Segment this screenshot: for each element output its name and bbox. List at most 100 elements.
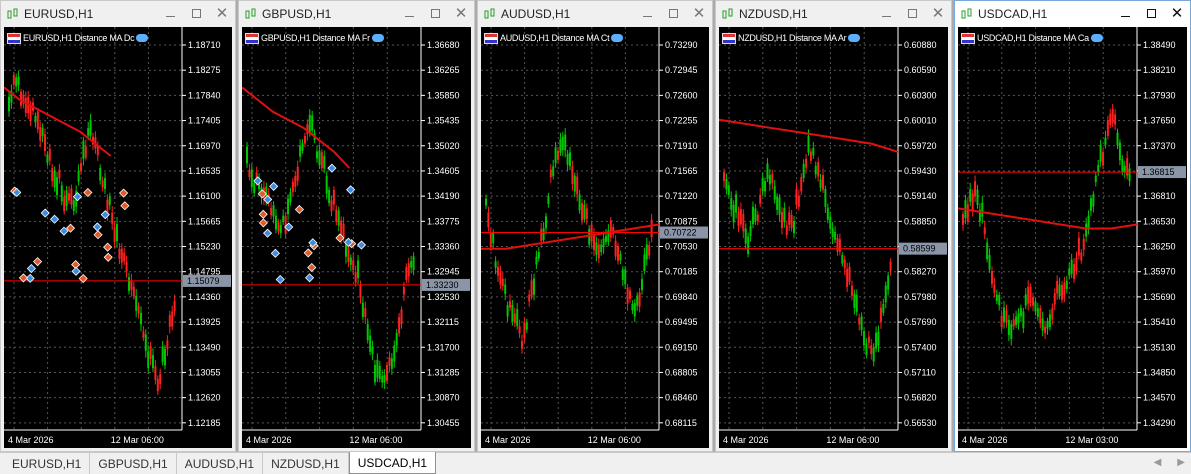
price-label: 1.35970: [1143, 267, 1176, 277]
candle-body: [410, 260, 413, 268]
candle-body: [1060, 285, 1063, 300]
candle-body: [1097, 165, 1100, 172]
candle-body: [609, 220, 612, 238]
maximize-icon[interactable]: [183, 1, 209, 26]
candle-body: [976, 189, 979, 205]
candle-body: [96, 146, 99, 156]
scroll-right-icon[interactable]: ▶: [1177, 457, 1185, 468]
maximize-icon[interactable]: [422, 1, 448, 26]
chart-canvas[interactable]: 1.384901.382101.379301.376501.373701.370…: [958, 27, 1187, 448]
candle-body: [84, 146, 87, 158]
candle-body: [1046, 320, 1049, 329]
minimize-icon[interactable]: [873, 1, 899, 26]
indicator-header[interactable]: AUDUSD,H1 Distance MA Ct: [484, 31, 624, 45]
indicator-label: NZDUSD,H1 Distance MA Ar: [738, 33, 847, 43]
price-label: 0.68460: [665, 393, 698, 403]
close-icon[interactable]: ✕: [448, 1, 474, 26]
flag-icon: [484, 32, 498, 44]
chart-canvas[interactable]: 0.60880 0.60590 0.60300 0.60010 0.59720 0.594…: [719, 27, 948, 448]
price-label: 0.59140: [904, 191, 937, 201]
window-titlebar[interactable]: AUDUSD,H1 ✕: [478, 1, 712, 26]
candle-body: [759, 194, 762, 204]
indicator-header[interactable]: NZDUSD,H1 Distance MA Ar: [722, 31, 861, 45]
chart-canvas[interactable]: 1.36680 1.36265 1.35850 1.35435 1.35020 1.346…: [242, 27, 471, 448]
chart-window-usdcad[interactable]: USDCAD,H1 ✕ 1.38490 1.38210 1.37930 1.37650 1.…: [954, 0, 1191, 452]
candle-body: [764, 180, 767, 192]
indicator-label: AUDUSD,H1 Distance MA Ct: [500, 33, 610, 43]
candle-body: [299, 145, 302, 157]
chart-window-audusd[interactable]: AUDUSD,H1 ✕ 0.73290 0.72945 0.72600 0.72255 0.…: [477, 0, 713, 452]
window-title: USDCAD,H1: [978, 6, 1048, 21]
close-icon[interactable]: ✕: [686, 1, 712, 26]
scroll-left-icon[interactable]: ◀: [1154, 457, 1162, 468]
tab-nzdusd[interactable]: NZDUSD,H1: [263, 453, 349, 474]
window-title: NZDUSD,H1: [739, 6, 808, 21]
window-titlebar[interactable]: NZDUSD,H1 ✕: [716, 1, 951, 26]
candle-body: [518, 326, 521, 334]
price-chart[interactable]: 1.384901.382101.379301.376501.373701.370…: [958, 27, 1187, 448]
tab-scroll-arrows[interactable]: ◀ ▶: [1154, 457, 1185, 468]
candle-body: [159, 374, 162, 385]
candle-body: [1044, 326, 1047, 334]
minimize-icon[interactable]: [157, 1, 183, 26]
close-icon[interactable]: ✕: [209, 1, 235, 26]
candle-body: [1104, 137, 1107, 145]
price-chart[interactable]: 0.73290 0.72945 0.72600 0.72255 0.71910 0.715…: [481, 27, 709, 448]
candle-body: [342, 223, 345, 238]
candle-body: [308, 114, 311, 133]
candle-body: [805, 158, 808, 168]
candle-body: [834, 231, 837, 240]
minimize-icon[interactable]: [396, 1, 422, 26]
candle-body: [802, 163, 805, 178]
chart-canvas[interactable]: 0.73290 0.72945 0.72600 0.72255 0.71910 0.715…: [481, 27, 709, 448]
price-label: 0.60880: [904, 40, 937, 50]
chart-canvas[interactable]: 1.18710 1.18275 1.17840 1.17405 1.16970 1.165…: [4, 27, 232, 448]
candle-body: [877, 332, 880, 346]
close-icon[interactable]: ✕: [1164, 1, 1190, 26]
signal-marker-icon: [356, 240, 367, 250]
price-chart[interactable]: 0.60880 0.60590 0.60300 0.60010 0.59720 0.594…: [719, 27, 948, 448]
candle-body: [1022, 311, 1025, 329]
tab-gbpusd[interactable]: GBPUSD,H1: [90, 453, 177, 474]
price-label: 1.17405: [188, 116, 221, 126]
chart-window-gbpusd[interactable]: GBPUSD,H1 ✕ 1.36680 1.36265 1.35850 1.35435 1.…: [238, 0, 475, 452]
tab-audusd[interactable]: AUDUSD,H1: [177, 453, 264, 474]
maximize-icon[interactable]: [899, 1, 925, 26]
window-titlebar[interactable]: GBPUSD,H1 ✕: [239, 1, 474, 26]
candle-body: [366, 324, 369, 341]
maximize-icon[interactable]: [1138, 1, 1164, 26]
candle-body: [812, 147, 815, 156]
candle-body: [1032, 297, 1035, 306]
minimize-icon[interactable]: [634, 1, 660, 26]
chart-window-eurusd[interactable]: EURUSD,H1 ✕ 1.18710 1.18275 1.17840 1.17405 1.…: [0, 0, 236, 452]
tab-usdcad[interactable]: USDCAD,H1: [348, 452, 437, 474]
indicator-header[interactable]: EURUSD,H1 Distance MA Dc: [7, 31, 149, 45]
window-titlebar[interactable]: USDCAD,H1 ✕: [955, 1, 1190, 26]
candle-body: [1041, 318, 1044, 331]
price-label: 0.58270: [904, 267, 937, 277]
chart-window-nzdusd[interactable]: NZDUSD,H1 ✕ 0.60880 0.60590 0.60300 0.60010 0.…: [715, 0, 952, 452]
indicator-header[interactable]: USDCAD,H1 Distance MA Ca: [961, 31, 1103, 45]
signal-marker-icon: [93, 230, 103, 240]
candle-body: [631, 303, 634, 311]
minimize-icon[interactable]: [1112, 1, 1138, 26]
close-icon[interactable]: ✕: [925, 1, 951, 26]
tab-eurusd[interactable]: EURUSD,H1: [4, 453, 91, 474]
price-chart[interactable]: 1.36680 1.36265 1.35850 1.35435 1.35020 1.346…: [242, 27, 471, 448]
candle-body: [754, 208, 757, 222]
indicator-header[interactable]: GBPUSD,H1 Distance MA Fr: [245, 31, 384, 45]
candle-body: [303, 135, 306, 144]
maximize-icon[interactable]: [660, 1, 686, 26]
price-label: 1.16100: [188, 191, 221, 201]
candle-body: [1000, 315, 1003, 328]
window-titlebar[interactable]: EURUSD,H1 ✕: [1, 1, 235, 26]
candle-body: [311, 115, 314, 131]
candle-body: [168, 315, 171, 327]
candle-body: [824, 189, 827, 207]
candle-body: [140, 312, 142, 325]
candle-body: [1126, 157, 1129, 176]
price-label: 0.72945: [665, 65, 698, 75]
window-title: GBPUSD,H1: [262, 6, 332, 21]
price-chart[interactable]: 1.18710 1.18275 1.17840 1.17405 1.16970 1.165…: [4, 27, 232, 448]
candle-body: [581, 203, 583, 221]
